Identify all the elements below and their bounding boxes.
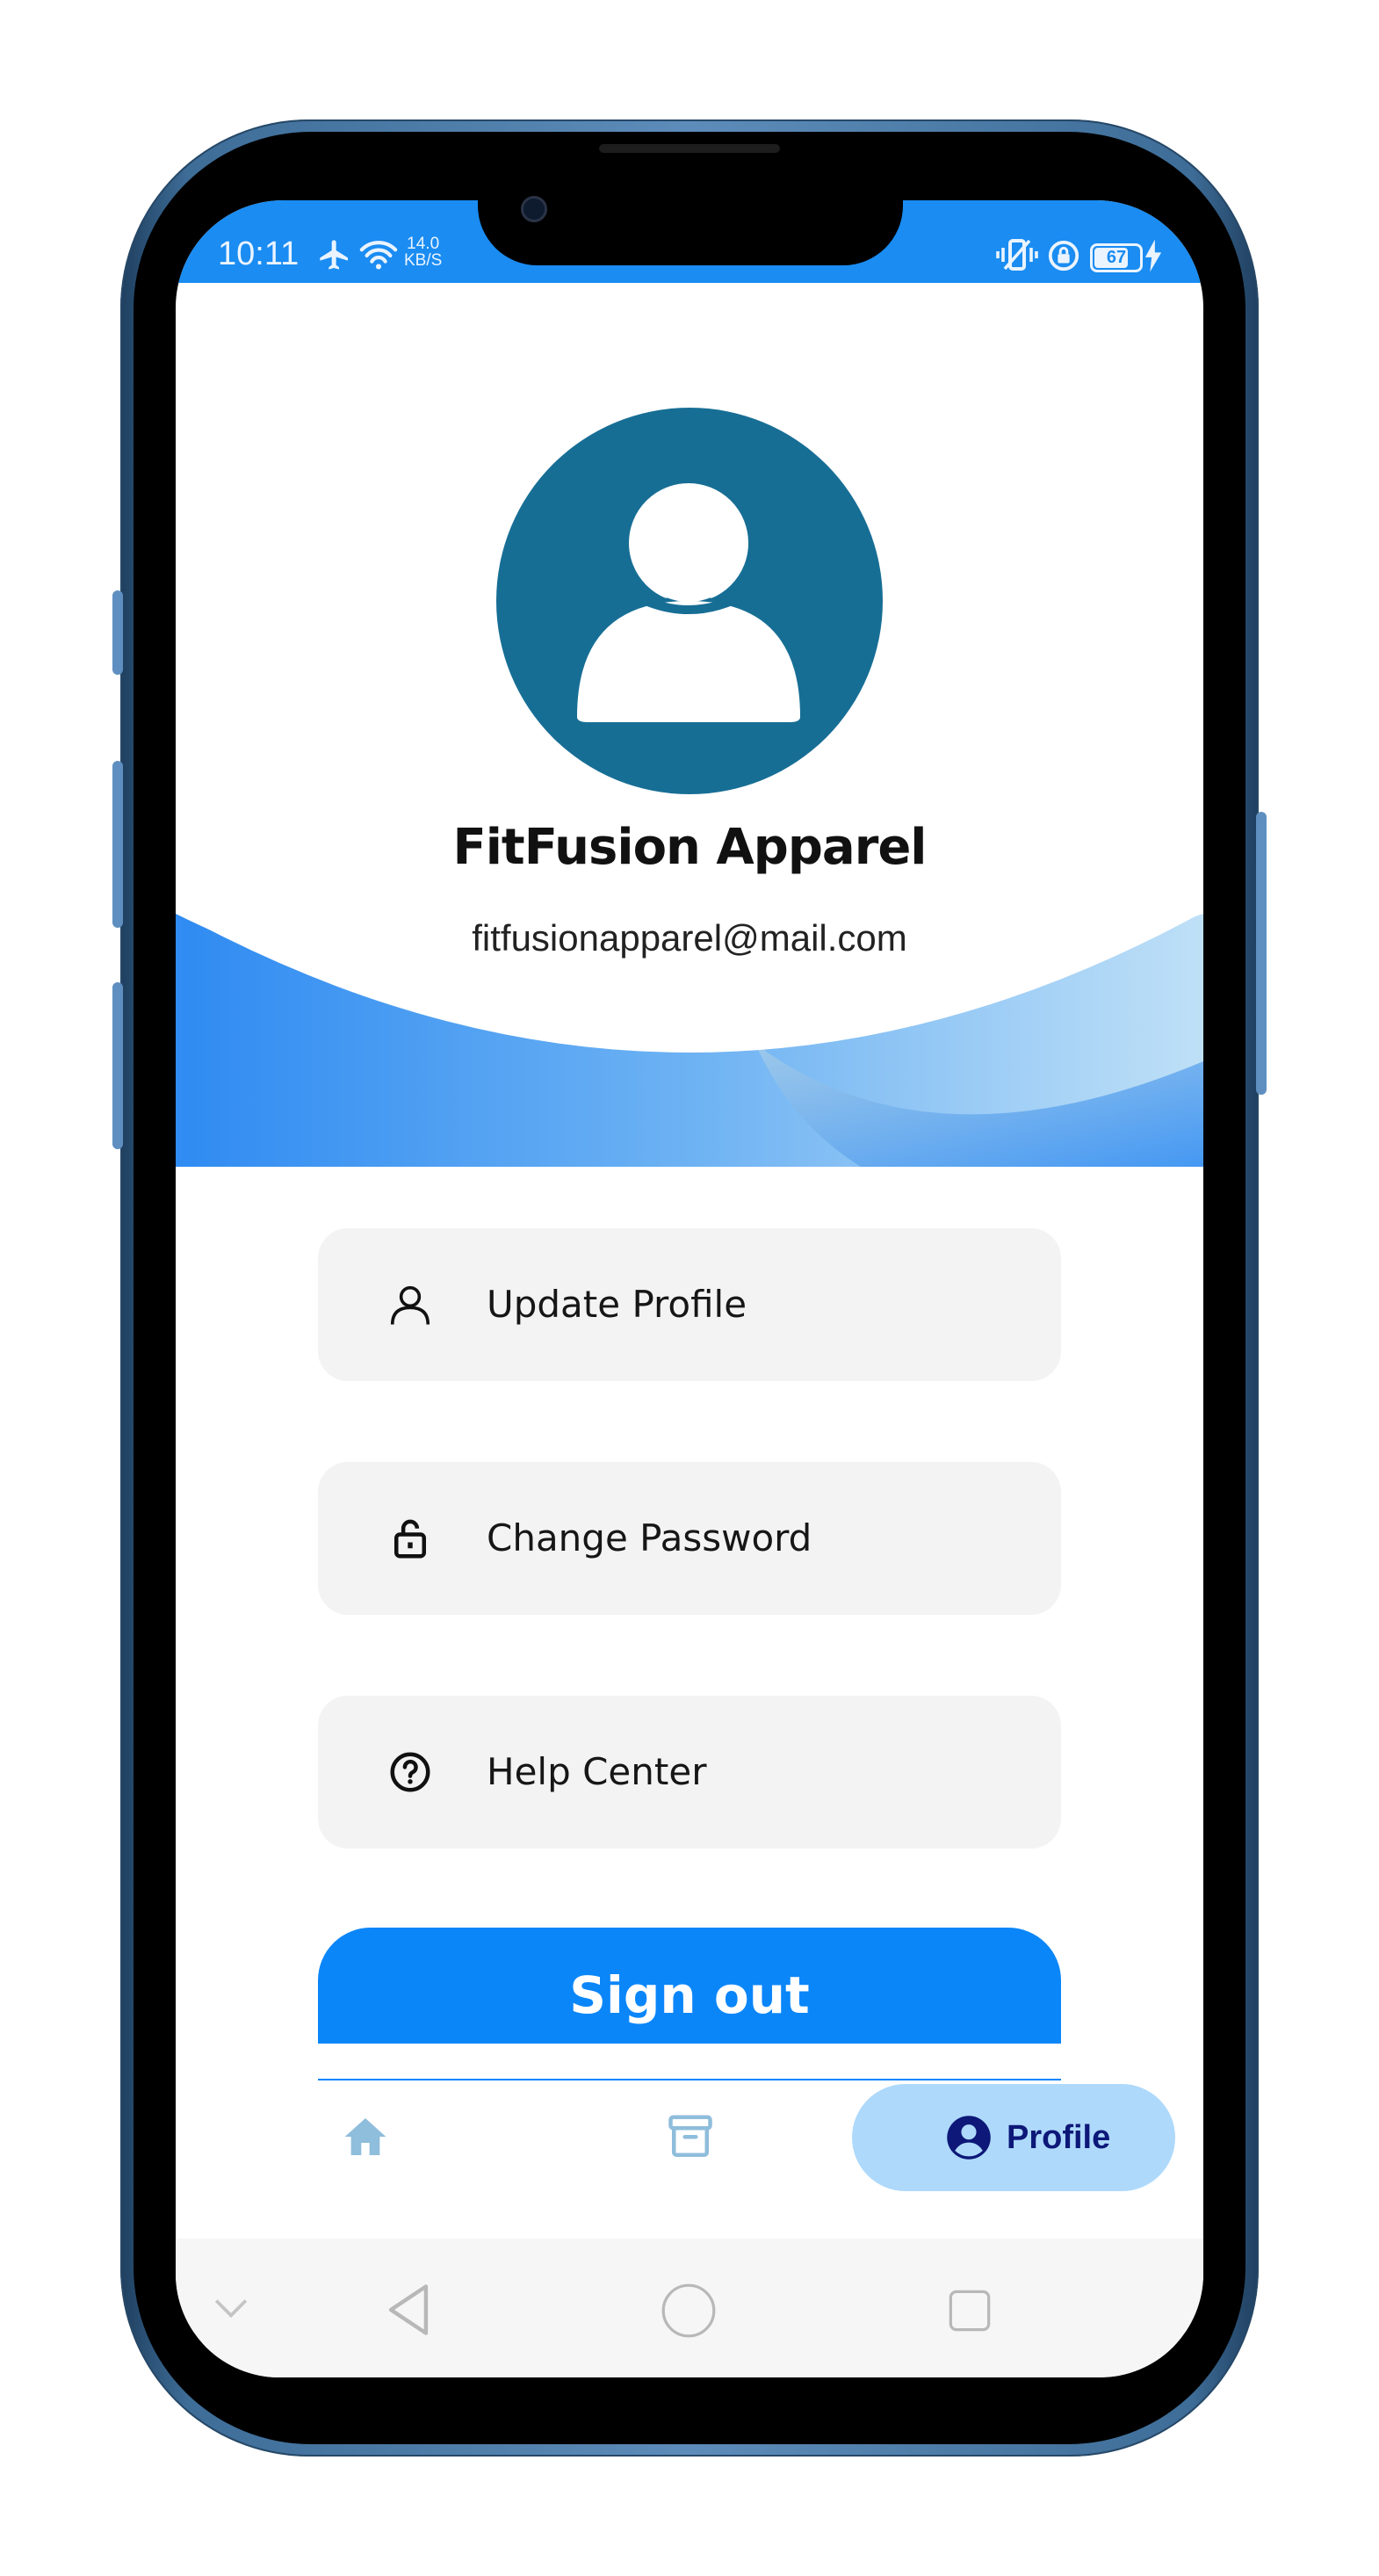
airplane-mode-icon [320, 240, 348, 270]
person-icon [577, 478, 800, 722]
vibrate-icon [996, 239, 1038, 271]
battery-indicator: 67 [1090, 243, 1143, 272]
profile-email: fitfusionapparel@mail.com [472, 917, 907, 959]
chevron-down-icon[interactable] [213, 2295, 249, 2321]
app-screen: 10:11 14.0 KB/S 67 FitFusion Apparel fit… [176, 200, 1203, 2377]
person-outline-icon [390, 1285, 430, 1325]
rotation-lock-icon [1048, 240, 1079, 271]
mute-switch [112, 590, 123, 675]
lock-open-icon [394, 1519, 426, 1559]
sign-out-label: Sign out [569, 1965, 810, 2025]
recents-icon[interactable] [947, 2288, 993, 2334]
front-camera [521, 196, 547, 222]
volume-up-button [112, 761, 123, 928]
help-center-button[interactable]: Help Center [318, 1696, 1061, 1849]
power-button [1256, 812, 1267, 1095]
home-circle-icon[interactable] [661, 2283, 717, 2339]
archive-icon[interactable] [664, 2109, 717, 2163]
help-circle-icon [390, 1752, 430, 1792]
profile-name: FitFusion Apparel [452, 819, 927, 876]
network-speed-value: 14.0 [407, 235, 440, 253]
scroll-cutoff [176, 2044, 1203, 2079]
network-speed-unit: KB/S [404, 251, 443, 270]
network-speed: 14.0 KB/S [404, 235, 442, 269]
back-icon[interactable] [385, 2283, 432, 2337]
home-icon[interactable] [341, 2112, 390, 2161]
nav-profile-label: Profile [1007, 2119, 1111, 2156]
earpiece-speaker [599, 144, 780, 153]
change-password-label: Change Password [487, 1516, 812, 1559]
wifi-icon [359, 241, 398, 270]
update-profile-button[interactable]: Update Profile [318, 1228, 1061, 1381]
system-navigation-bar [176, 2239, 1203, 2377]
change-password-button[interactable]: Change Password [318, 1462, 1061, 1615]
status-time: 10:11 [218, 235, 300, 272]
volume-down-button [112, 982, 123, 1149]
profile-avatar [496, 408, 883, 794]
account-circle-icon [947, 2116, 991, 2160]
battery-level: 67 [1106, 248, 1127, 267]
charging-icon [1144, 239, 1162, 272]
nav-profile-tab[interactable]: Profile [852, 2084, 1175, 2191]
update-profile-label: Update Profile [487, 1283, 747, 1326]
help-center-label: Help Center [487, 1750, 707, 1793]
